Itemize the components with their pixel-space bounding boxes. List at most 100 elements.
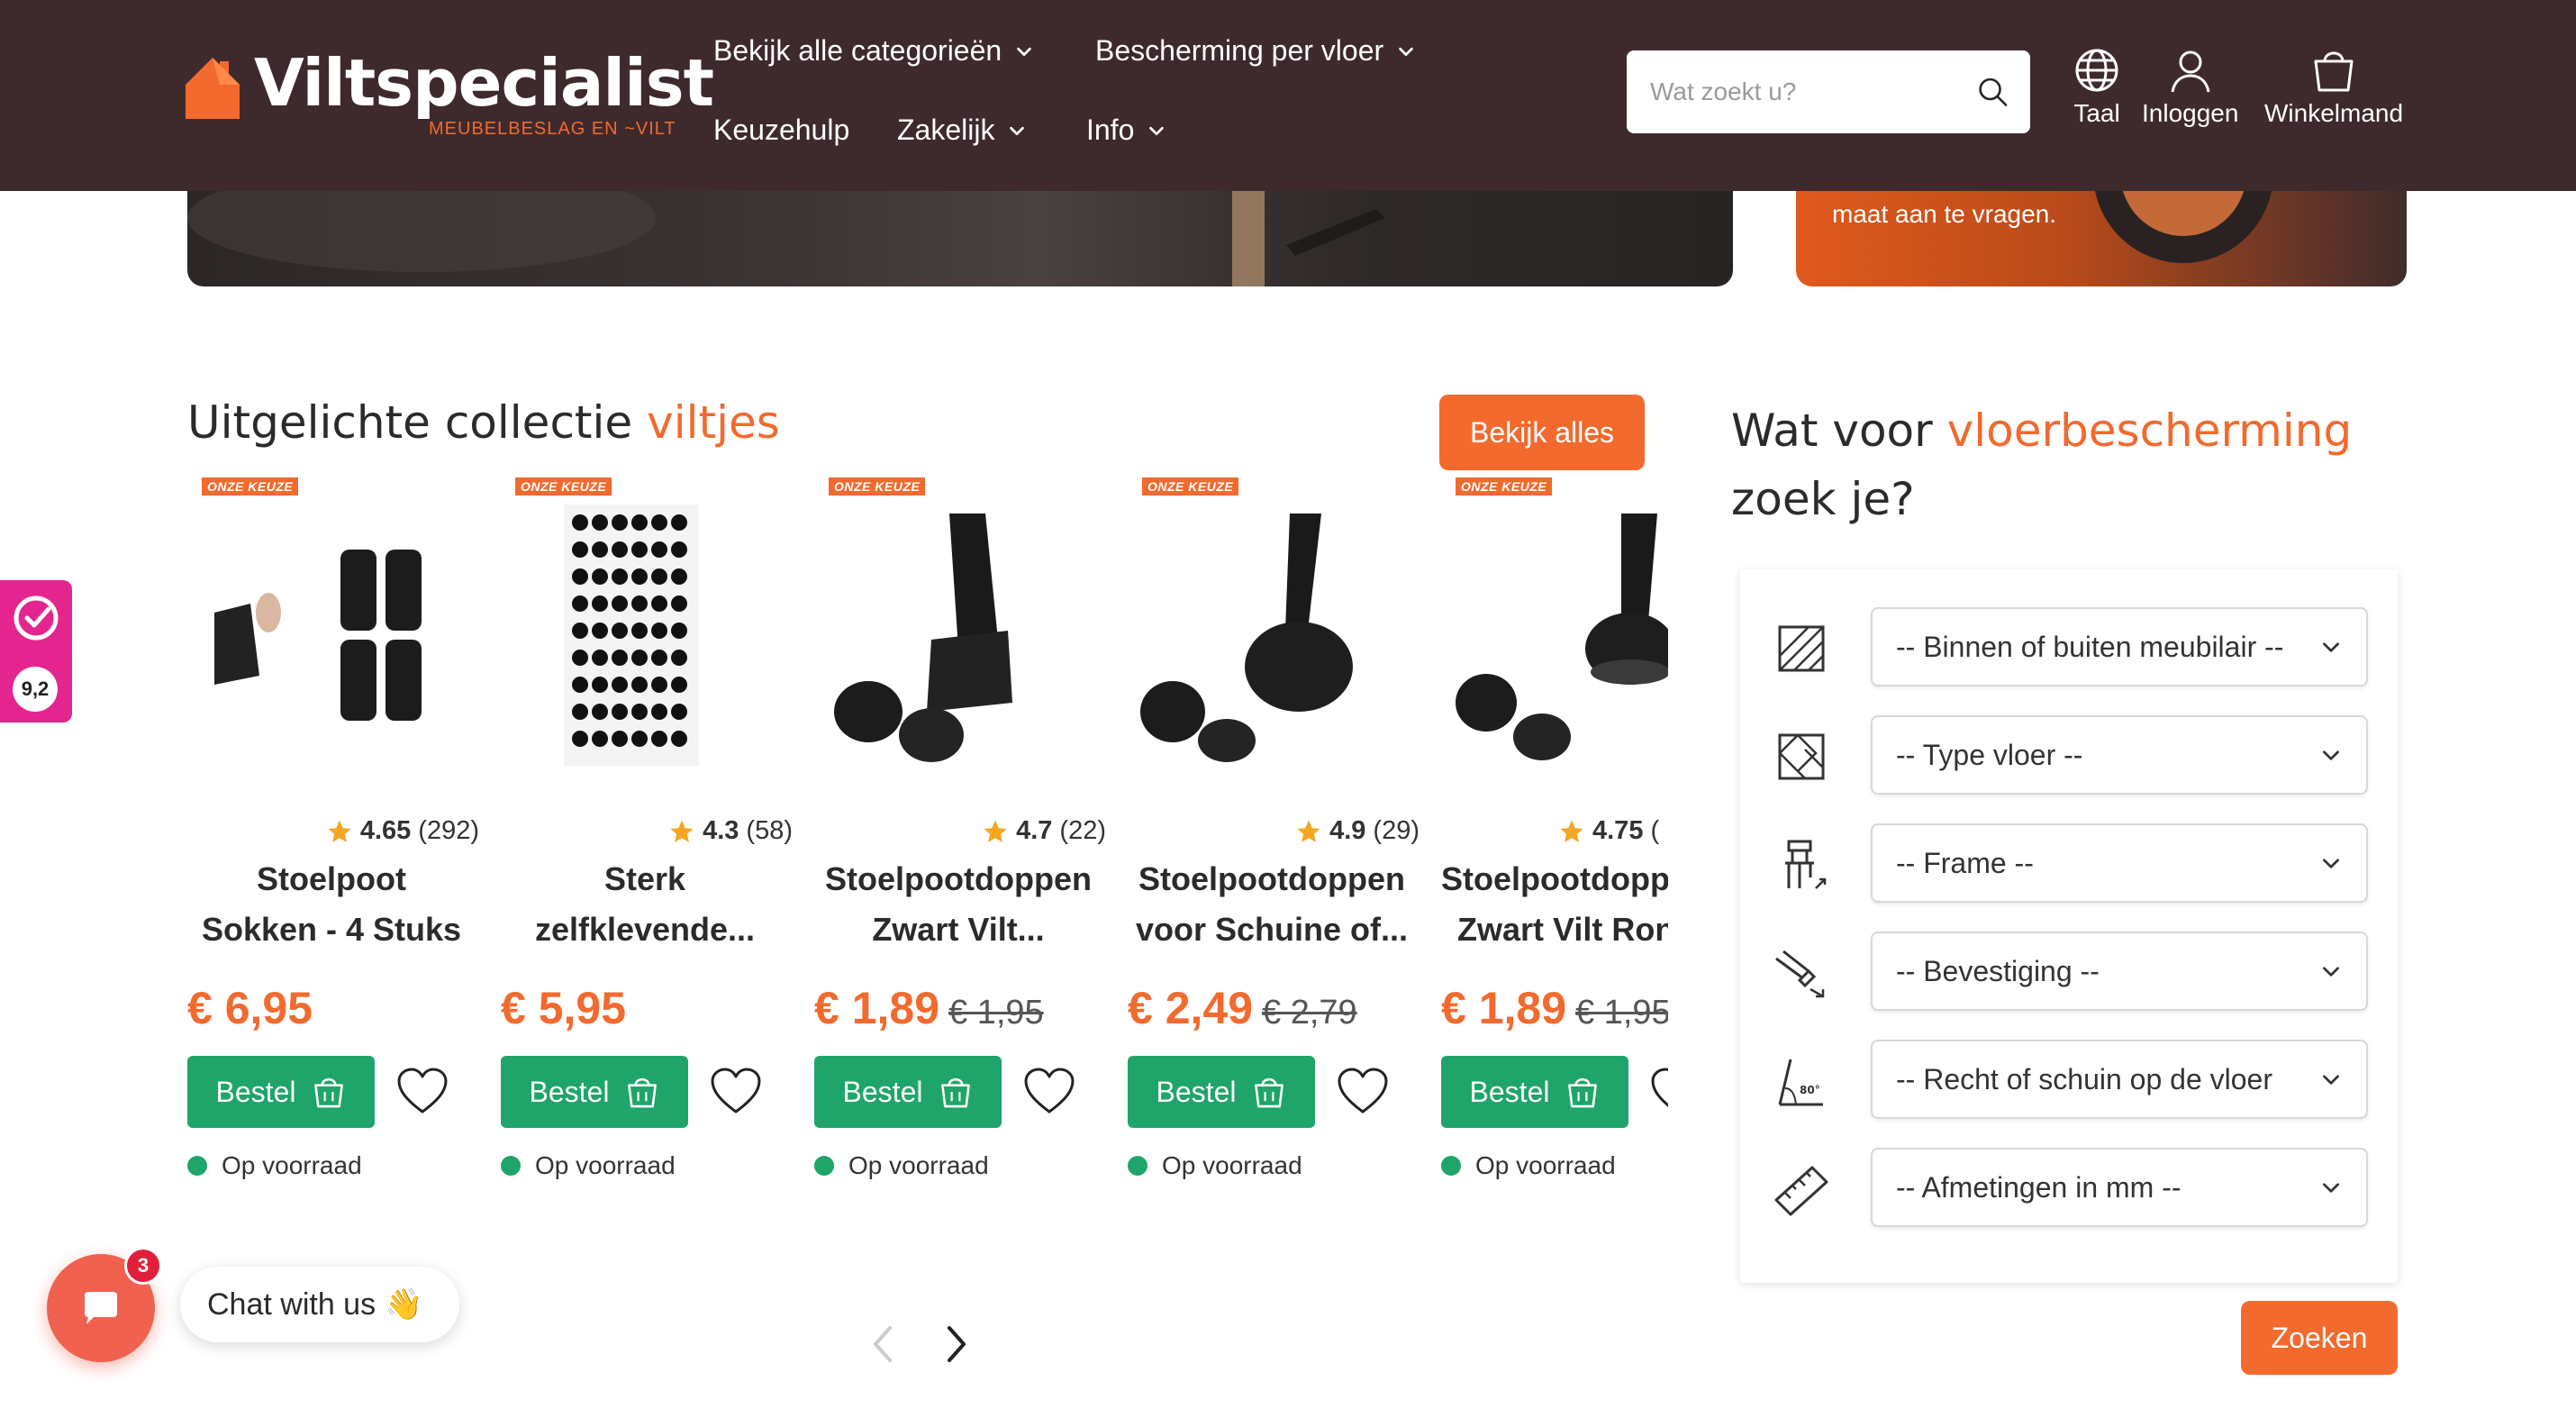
chat-prompt[interactable]: Chat with us 👋: [180, 1267, 459, 1342]
product-title-line1: Stoelpootdopp: [1441, 860, 1668, 897]
view-all-button[interactable]: Bekijk alles: [1439, 395, 1645, 470]
product-title[interactable]: Stoelpootdoppen Zwart Vilt...: [814, 854, 1102, 955]
stock-label: Op voorraad: [1162, 1151, 1302, 1179]
review-count: (292): [418, 816, 479, 845]
search-icon[interactable]: [1977, 70, 2009, 114]
hero-banner[interactable]: [187, 191, 1733, 286]
product-image: [1140, 514, 1353, 762]
select-value: -- Afmetingen in mm --: [1896, 1170, 2181, 1204]
nav-keuzehulp[interactable]: Keuzehulp: [713, 114, 849, 147]
carousel-prev-icon[interactable]: [866, 1317, 899, 1371]
star-icon: [984, 820, 1007, 842]
product-card[interactable]: ONZE KEUZE 4.3 (58) Sterk zelfklevende..…: [501, 468, 793, 1189]
product-title-line1: Stoelpoot: [257, 860, 406, 897]
onze-keuze-badge: ONZE KEUZE: [1142, 477, 1239, 495]
floor-protection-finder: -- Binnen of buiten meubilair -- -- Type…: [1740, 569, 2398, 1283]
angle-icon-text: 80°: [1800, 1084, 1820, 1096]
wishlist-heart-icon[interactable]: [396, 1067, 449, 1115]
review-widget[interactable]: 9,2: [0, 580, 72, 723]
language-button[interactable]: Taal: [2073, 47, 2120, 128]
rating-value: 4.75: [1592, 816, 1644, 845]
finder-title: Wat voor vloerbescherming zoek je?: [1731, 396, 2416, 533]
globe-icon: [2075, 49, 2118, 92]
product-title[interactable]: Sterk zelfklevende...: [501, 854, 789, 955]
basket-icon: [1568, 1077, 1598, 1108]
mounting-select[interactable]: -- Bevestiging --: [1871, 932, 2368, 1011]
filter-row: 80° -- Recht of schuin op de vloer: [1740, 1040, 2398, 1121]
angle-select[interactable]: -- Recht of schuin op de vloer: [1871, 1040, 2368, 1119]
wishlist-heart-icon[interactable]: [1023, 1067, 1075, 1115]
nav-label: Zakelijk: [897, 114, 995, 146]
ruler-icon: [1774, 1166, 1828, 1216]
product-rating: 4.3 (58): [668, 816, 793, 846]
basket-icon: [2314, 51, 2354, 92]
review-count: (: [1650, 816, 1660, 845]
wishlist-heart-icon[interactable]: [1337, 1067, 1389, 1115]
filter-row: -- Type vloer --: [1740, 715, 2398, 796]
order-button[interactable]: Bestel: [501, 1056, 688, 1128]
promo-banner[interactable]: maat aan te vragen.: [1796, 191, 2407, 286]
dimensions-select[interactable]: -- Afmetingen in mm --: [1871, 1148, 2368, 1227]
current-price: € 1,89: [814, 983, 940, 1033]
nav-protection-per-floor[interactable]: Bescherming per vloer: [1095, 34, 1416, 68]
order-label: Bestel: [1156, 1075, 1237, 1108]
login-button[interactable]: Inloggen: [2142, 47, 2238, 128]
product-title-line2: Zwart Vilt...: [872, 911, 1045, 948]
order-button[interactable]: Bestel: [187, 1056, 375, 1128]
indoor-outdoor-select[interactable]: -- Binnen of buiten meubilair --: [1871, 607, 2368, 686]
nav-all-categories[interactable]: Bekijk alle categorieën: [713, 34, 1034, 68]
product-title[interactable]: Stoelpootdoppen voor Schuine of...: [1128, 854, 1416, 955]
order-button[interactable]: Bestel: [1441, 1056, 1628, 1128]
floor-type-select[interactable]: -- Type vloer --: [1871, 715, 2368, 795]
product-title-line1: Stoelpootdoppen: [825, 860, 1092, 897]
finder-title-prefix: Wat voor: [1731, 405, 1933, 457]
carousel-next-icon[interactable]: [940, 1317, 973, 1371]
rating-value: 4.65: [359, 816, 412, 845]
basket-icon: [314, 1077, 344, 1108]
product-card[interactable]: ONZE KEUZE 4.9 (29) Stoelpootdoppen voor…: [1128, 468, 1420, 1189]
product-title[interactable]: Stoelpootdopp Zwart Vilt Ron: [1441, 854, 1668, 955]
finder-title-accent: vloerbescherming: [1946, 405, 2353, 457]
review-logo-icon: [14, 595, 59, 641]
onze-keuze-badge: ONZE KEUZE: [202, 477, 299, 495]
product-title[interactable]: Stoelpoot Sokken - 4 Stuks: [187, 854, 476, 955]
site-logo[interactable]: Viltspecialist MEUBELBESLAG EN ~VILT: [184, 45, 714, 144]
product-image: [214, 550, 422, 721]
search-submit-button[interactable]: Zoeken: [2241, 1301, 2398, 1375]
search-input[interactable]: [1648, 77, 1977, 107]
chevron-down-icon: [2323, 967, 2339, 977]
order-button[interactable]: Bestel: [1128, 1056, 1315, 1128]
cart-button[interactable]: Winkelmand: [2264, 47, 2403, 128]
nav-label: Info: [1086, 114, 1135, 146]
order-label: Bestel: [842, 1075, 923, 1108]
chevron-down-icon: [2323, 1075, 2339, 1085]
in-stock-dot-icon: [1441, 1156, 1461, 1176]
rating-value: 4.9: [1329, 816, 1366, 845]
order-button[interactable]: Bestel: [814, 1056, 1002, 1128]
chat-icon: [85, 1292, 117, 1324]
nav-zakelijk[interactable]: Zakelijk: [897, 114, 1027, 147]
wishlist-heart-icon[interactable]: [710, 1067, 762, 1115]
rating-value: 4.3: [703, 816, 739, 845]
old-price: € 1,95: [1575, 994, 1668, 1032]
chevron-down-icon: [2323, 859, 2339, 868]
in-stock-dot-icon: [1128, 1156, 1147, 1176]
product-card[interactable]: ONZE KEUZE 4.7 (22) Stoelpootdoppen Zwar…: [814, 468, 1106, 1189]
angle-icon: 80°: [1778, 1059, 1823, 1106]
product-title-line2: zelfklevende...: [534, 911, 756, 948]
product-image: [1456, 514, 1668, 760]
frame-select[interactable]: -- Frame --: [1871, 823, 2368, 903]
review-count: (29): [1373, 816, 1420, 845]
product-price: € 5,95: [501, 982, 626, 1034]
filter-row: -- Binnen of buiten meubilair --: [1740, 607, 2398, 688]
nav-info[interactable]: Info: [1086, 114, 1166, 147]
onze-keuze-badge: ONZE KEUZE: [515, 477, 612, 495]
review-count: (22): [1059, 816, 1106, 845]
wishlist-heart-icon[interactable]: [1650, 1067, 1668, 1115]
stock-status: Op voorraad: [814, 1151, 989, 1180]
user-icon: [2171, 50, 2210, 93]
product-card[interactable]: ONZE KEUZE 4.65 (292) Stoelpoot Sokken -…: [187, 468, 479, 1189]
product-title-line2: Sokken - 4 Stuks: [201, 911, 462, 948]
select-value: -- Recht of schuin op de vloer: [1896, 1062, 2272, 1095]
product-card[interactable]: ONZE KEUZE 4.75 ( Stoelpootdopp Zwart Vi…: [1441, 468, 1668, 1189]
